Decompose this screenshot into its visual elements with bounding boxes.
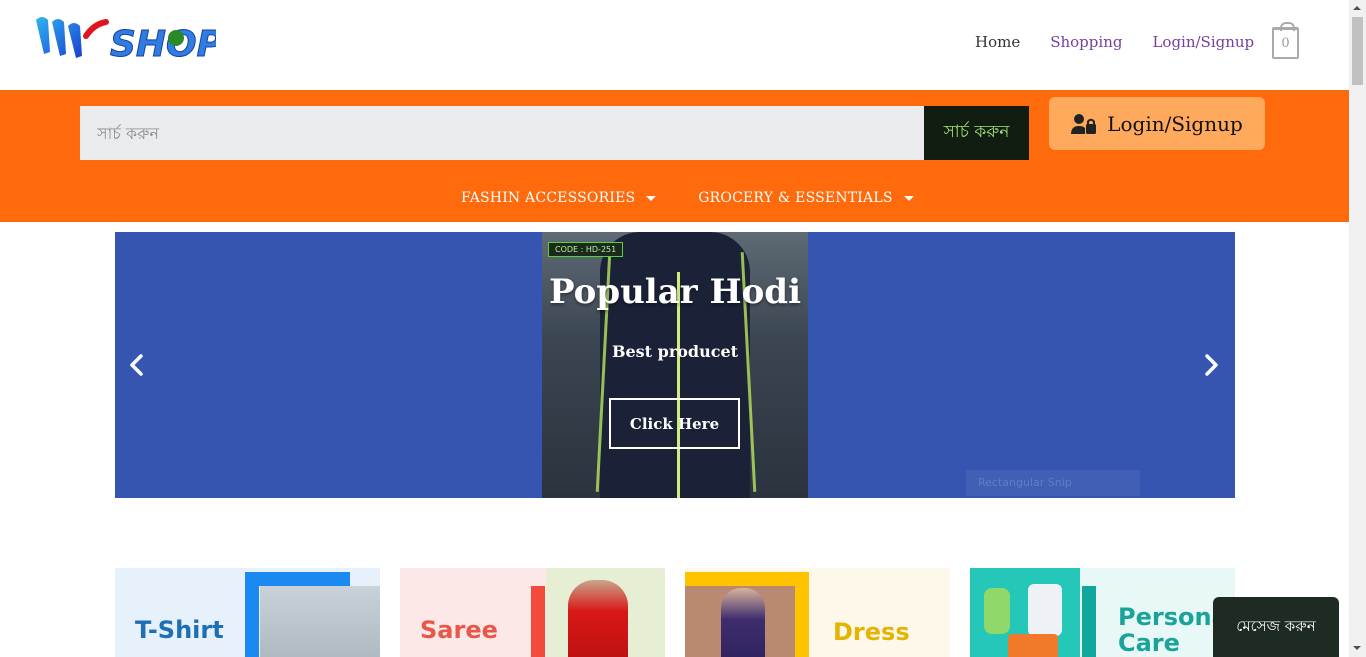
card-label: Dress [833,618,910,646]
category-fashion-accessories[interactable]: FASHIN ACCESSORIES [461,190,657,206]
product-bottle-image [984,588,1010,634]
saree-model-image [568,580,628,657]
svg-text:SHOP: SHOP [110,24,216,64]
nav-shopping-link[interactable]: Shopping [1050,33,1122,51]
page-scrollbar[interactable] [1349,0,1366,657]
chevron-right-icon[interactable] [1199,352,1223,378]
nav-home-link[interactable]: Home [975,33,1020,51]
cart-bag-icon[interactable]: 0 [1272,22,1299,59]
card-accent [531,586,545,657]
tshirt-model-image [260,586,380,657]
scrollbar-thumb[interactable] [1352,17,1363,85]
caret-down-icon [903,195,914,201]
snip-overlay-text: Rectangular Snip [966,470,1140,496]
chevron-left-icon[interactable] [125,352,149,378]
card-label: Saree [420,616,498,644]
card-accent [1082,586,1096,657]
card-label: T-Shirt [135,616,224,644]
slide-cta-button[interactable]: Click Here [609,398,740,449]
product-tube-image [1028,584,1062,636]
category-label: FASHIN ACCESSORIES [461,190,636,206]
category-card-tshirt[interactable]: T-Shirt [115,568,380,657]
product-code-tag: CODE : HD-251 [548,242,624,257]
category-card-personal-care[interactable]: Personal Care [970,568,1235,657]
caret-down-icon [646,195,657,201]
category-menu: FASHIN ACCESSORIES GROCERY & ESSENTIALS [461,190,914,206]
scroll-up-arrow-icon[interactable] [1353,6,1361,10]
dress-model-image [721,588,765,657]
category-card-saree[interactable]: Saree [400,568,665,657]
category-card-dress[interactable]: Dress [685,568,950,657]
search-input[interactable] [80,106,924,160]
nav-login-link[interactable]: Login/Signup [1152,33,1254,51]
main-nav: Home Shopping Login/Signup [975,33,1254,51]
category-grocery-essentials[interactable]: GROCERY & ESSENTIALS [698,190,914,206]
scroll-down-arrow-icon[interactable] [1353,646,1361,650]
user-lock-icon [1071,113,1097,134]
login-button-label: Login/Signup [1107,111,1243,136]
search-button[interactable]: সার্চ করুন [924,106,1029,160]
site-header: SHOP Home Shopping Login/Signup 0 [0,0,1349,90]
product-soap-image [1008,634,1058,657]
site-logo[interactable]: SHOP [34,12,216,64]
cart-count: 0 [1281,36,1290,51]
category-label: GROCERY & ESSENTIALS [698,190,893,206]
login-signup-button[interactable]: Login/Signup [1049,97,1265,150]
slide-title: Popular Hodi [548,272,801,312]
slide-subtitle: Best producet [611,342,739,361]
message-chat-button[interactable]: মেসেজ করুন [1213,597,1339,657]
search-bar-band: সার্চ করুন Login/Signup FASHIN ACCESSORI… [0,90,1349,222]
hero-slider: CODE : HD-251 Popular Hodi Best producet… [115,232,1235,498]
